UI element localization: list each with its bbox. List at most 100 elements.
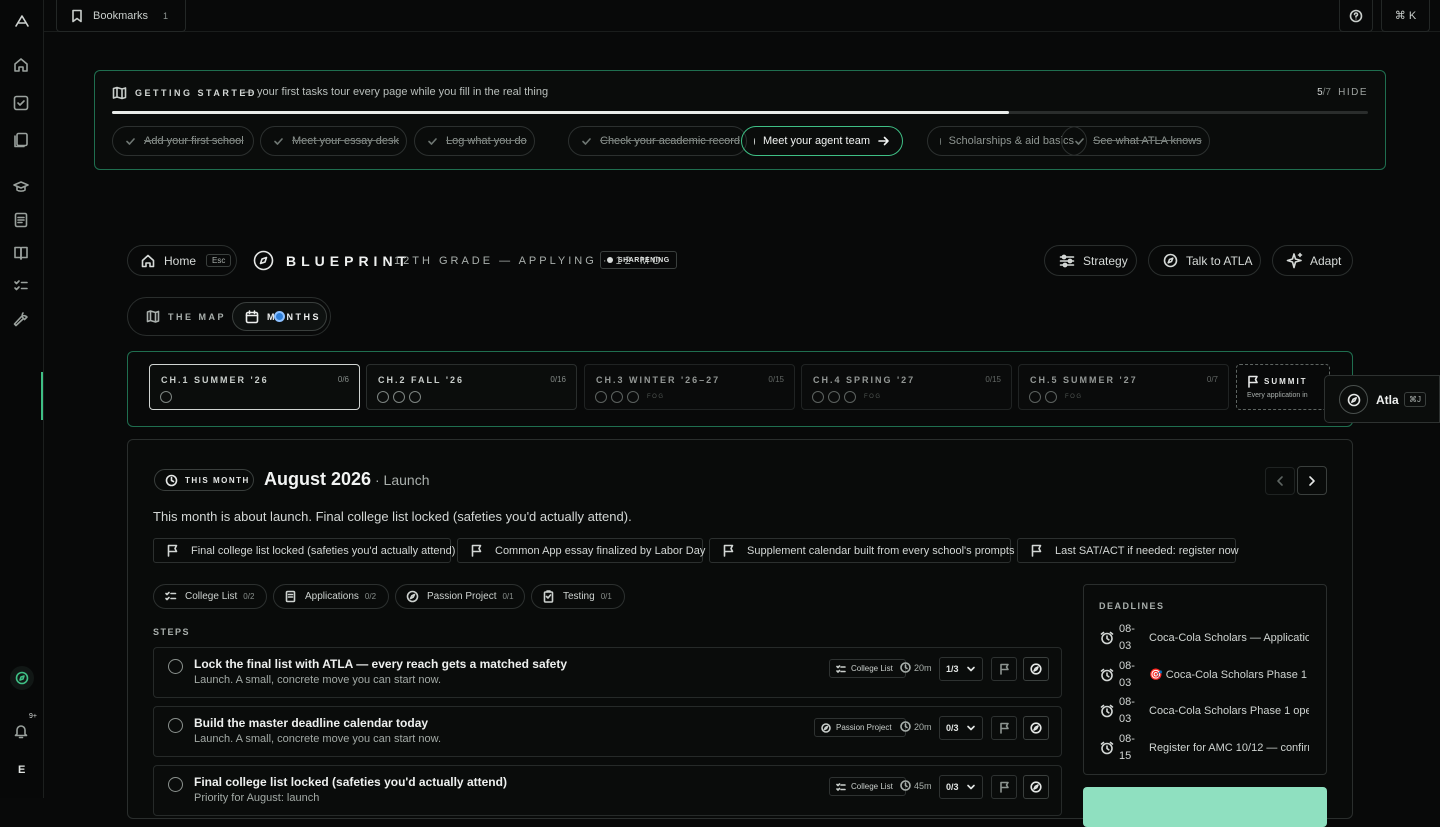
status-badge: SHARPENING: [600, 251, 677, 269]
onboarding-chip[interactable]: Meet your essay desk: [260, 126, 407, 156]
check-icon: [1074, 136, 1085, 147]
getting-started-subtitle: — your first tasks tour every page while…: [243, 86, 549, 98]
step-category-badge[interactable]: Passion Project: [814, 718, 906, 737]
chapter-card[interactable]: CH.5 SUMMER '27 0/7 FOG: [1018, 364, 1229, 410]
onboarding-chip[interactable]: Meet your agent team: [741, 126, 903, 156]
step-subtitle: Launch. A small, concrete move you can s…: [194, 674, 442, 686]
deadline-text: Coca-Cola Scholars — Application opens: [1149, 632, 1309, 644]
checklist-icon: [836, 782, 851, 792]
step-subtitle: Priority for August: launch: [194, 792, 320, 804]
deadline-item[interactable]: 08-15Register for AMC 10/12 — confirm si…: [1100, 731, 1309, 765]
chapter-card[interactable]: CH.2 FALL '26 0/16: [366, 364, 577, 410]
bell-icon[interactable]: [12, 722, 30, 740]
category-filter[interactable]: College List 0/2: [153, 584, 267, 609]
step-progress-select[interactable]: 0/3: [939, 775, 983, 799]
bookmarks-button[interactable]: Bookmarks 1: [56, 0, 186, 32]
focus-tag[interactable]: Common App essay finalized by Labor Day: [457, 538, 705, 563]
prev-month-button[interactable]: [1265, 467, 1295, 495]
focus-tag[interactable]: Last SAT/ACT if needed: register now: [1017, 538, 1239, 563]
step-flag-button[interactable]: [991, 716, 1017, 740]
command-palette-button[interactable]: ⌘ K: [1381, 0, 1430, 32]
category-filter[interactable]: Applications 0/2: [273, 584, 389, 609]
essay-icon[interactable]: [12, 211, 30, 229]
step-category-badge[interactable]: College List: [829, 777, 906, 796]
atla-compass-icon[interactable]: [10, 666, 34, 690]
chapter-count: 0/15: [985, 375, 1001, 384]
deadline-date: 08- 03: [1119, 621, 1137, 655]
chapter-card[interactable]: CH.3 WINTER '26–27 0/15 FOG: [584, 364, 795, 410]
milestone-circle: [812, 391, 824, 403]
help-button[interactable]: [1339, 0, 1373, 32]
bookmarks-count: 1: [163, 10, 169, 21]
step-checkbox[interactable]: [168, 718, 183, 733]
atla-float-button[interactable]: Atla ⌘J: [1324, 375, 1440, 423]
documents-icon[interactable]: [12, 131, 30, 149]
this-month-button[interactable]: THIS MONTH: [154, 469, 254, 491]
strategy-button[interactable]: Strategy: [1044, 245, 1137, 276]
adapt-button[interactable]: Adapt: [1272, 245, 1353, 276]
step-category-badge[interactable]: College List: [829, 659, 906, 678]
step-ask-atla-button[interactable]: [1023, 657, 1049, 681]
onboarding-chip[interactable]: Check your academic record: [568, 126, 747, 156]
deadlines-action-button[interactable]: [1083, 787, 1327, 827]
summit-card[interactable]: SUMMIT Every application in: [1236, 364, 1330, 410]
hide-button[interactable]: HIDE: [1338, 87, 1368, 98]
deadline-date-month: 08-: [1119, 623, 1135, 635]
category-filter[interactable]: Passion Project 0/1: [395, 584, 525, 609]
step-row[interactable]: Lock the final list with ATLA — every re…: [153, 647, 1062, 698]
flag-icon: [999, 722, 1010, 734]
tasks-icon[interactable]: [12, 94, 30, 112]
step-flag-button[interactable]: [991, 657, 1017, 681]
status-dot: [607, 257, 613, 263]
step-ask-atla-button[interactable]: [1023, 775, 1049, 799]
step-progress-select[interactable]: 1/3: [939, 657, 983, 681]
step-row[interactable]: Final college list locked (safeties you'…: [153, 765, 1062, 816]
category-count: 0/2: [243, 592, 255, 601]
graduation-cap-icon[interactable]: [12, 178, 30, 196]
chapter-card[interactable]: CH.4 SPRING '27 0/15 FOG: [801, 364, 1012, 410]
category-filter[interactable]: Testing 0/1: [531, 584, 625, 609]
chapter-label: CH.3 WINTER '26–27: [596, 375, 721, 385]
step-row[interactable]: Build the master deadline calendar today…: [153, 706, 1062, 757]
next-month-button[interactable]: [1297, 466, 1327, 495]
home-button[interactable]: Home Esc: [127, 245, 237, 276]
focus-tag[interactable]: Supplement calendar built from every sch…: [709, 538, 1014, 563]
deadline-item[interactable]: 08-03 Coca-Cola Scholars — Application op…: [1100, 621, 1309, 655]
scroll-indicator: [41, 372, 43, 420]
atla-logo-icon[interactable]: [14, 13, 30, 29]
step-ask-atla-button[interactable]: [1023, 716, 1049, 740]
step-time-estimate: 20m: [900, 721, 932, 732]
chevron-left-icon: [1275, 475, 1285, 487]
progress-total: /7: [1322, 87, 1331, 98]
progress-fill: [112, 111, 1009, 114]
onboarding-chip[interactable]: Log what you do: [414, 126, 535, 156]
onboarding-chip[interactable]: See what ATLA knows: [1061, 126, 1210, 156]
step-progress-select[interactable]: 0/3: [939, 716, 983, 740]
checklist-icon[interactable]: [12, 277, 30, 295]
flag-icon: [722, 544, 747, 557]
chevron-right-icon: [1307, 475, 1317, 487]
home-icon[interactable]: [12, 56, 30, 74]
fog-label: FOG: [864, 394, 882, 400]
step-checkbox[interactable]: [168, 659, 183, 674]
deadline-item[interactable]: 08-03🎯 Coca-Cola Scholars Phase 1 deadli…: [1100, 658, 1309, 692]
step-subtitle: Launch. A small, concrete move you can s…: [194, 733, 442, 745]
chapter-card[interactable]: CH.1 SUMMER '26 0/6: [149, 364, 360, 410]
step-checkbox[interactable]: [168, 777, 183, 792]
step-flag-button[interactable]: [991, 775, 1017, 799]
step-time-label: 20m: [914, 721, 932, 732]
tools-icon[interactable]: [12, 310, 30, 328]
onboarding-chip[interactable]: Add your first school: [112, 126, 254, 156]
deadline-date-month: 08-: [1119, 732, 1135, 745]
book-icon[interactable]: [12, 244, 30, 262]
tab-the-map[interactable]: THE MAP: [134, 303, 238, 330]
bookmark-icon: [71, 9, 83, 23]
step-badge-label: Passion Project: [836, 723, 892, 732]
user-avatar[interactable]: E: [18, 764, 25, 776]
talk-to-atla-button[interactable]: Talk to ATLA: [1148, 245, 1261, 276]
deadline-item[interactable]: 08- 03 Coca-Cola Scholars Phase 1 open: [1100, 694, 1309, 728]
flag-icon: [999, 663, 1010, 675]
calendar-icon: [245, 309, 259, 324]
focus-tag[interactable]: Final college list locked (safeties you'…: [153, 538, 455, 563]
steps-label: STEPS: [153, 627, 191, 637]
